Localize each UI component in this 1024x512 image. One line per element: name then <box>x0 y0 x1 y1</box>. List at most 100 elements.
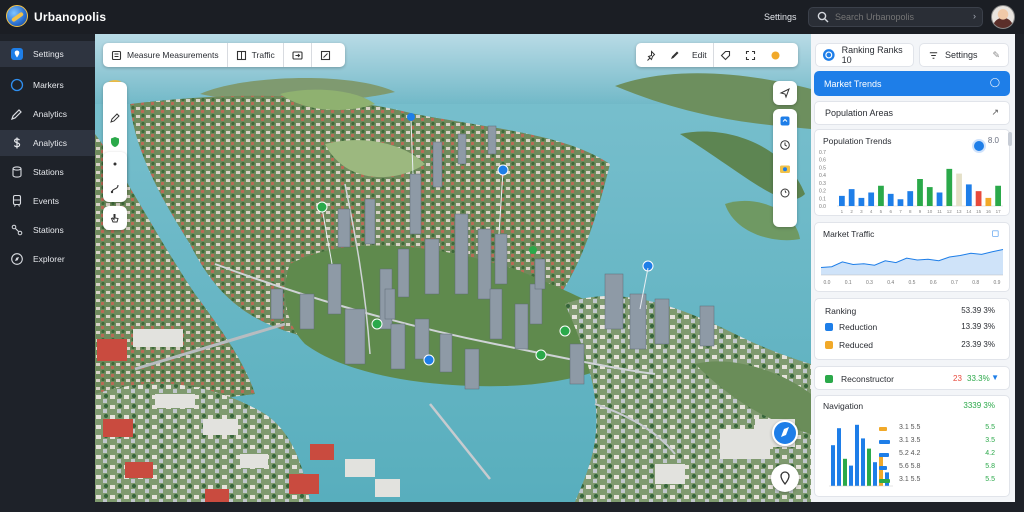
navigation-row-value: 5.8 <box>985 463 995 470</box>
locate-button[interactable] <box>771 464 799 492</box>
layer-tool-button[interactable] <box>773 109 797 133</box>
direction-tool-button[interactable] <box>773 81 797 105</box>
pen-tool-icon[interactable] <box>669 50 680 61</box>
bar <box>867 448 871 486</box>
swap-tool-button[interactable] <box>284 43 312 67</box>
route-tool-button[interactable] <box>103 176 127 200</box>
x-tick-label: 9 <box>919 209 922 214</box>
ranking-swatch <box>825 341 833 349</box>
locate-icon <box>780 471 790 486</box>
pen-tool-button[interactable] <box>103 106 127 130</box>
reconstructor-label: Reconstructor <box>841 374 894 384</box>
map-view[interactable]: Measure Measurements Traffic Edit <box>95 34 811 502</box>
sidebar-item-markers[interactable]: Markers <box>0 72 95 98</box>
sidebar-item-analytics[interactable]: Analytics <box>0 101 95 127</box>
navigation-row-label: 3.1 3.5 <box>899 437 921 444</box>
top-settings-link[interactable]: Settings <box>764 12 797 22</box>
bar <box>985 197 992 206</box>
export-tool-button[interactable] <box>312 43 339 67</box>
fullscreen-icon[interactable] <box>745 50 756 61</box>
navigation-row-value: 4.2 <box>985 450 995 457</box>
bar <box>849 465 853 486</box>
sidebar-item-label: Settings <box>33 49 64 59</box>
hand-tool-button[interactable] <box>103 206 127 230</box>
edit-label[interactable]: Edit <box>692 50 707 60</box>
sidebar-item-explorer[interactable]: Explorer <box>0 246 95 272</box>
user-avatar[interactable] <box>991 5 1015 29</box>
gold-dot-icon[interactable] <box>770 50 781 61</box>
x-tick-label: 0.8 <box>972 280 979 286</box>
direction-icon <box>779 87 790 99</box>
traffic-tool-button[interactable]: Traffic <box>228 43 284 67</box>
bar <box>831 445 835 486</box>
app-brand: Urbanopolis <box>34 10 107 24</box>
bar <box>878 185 884 206</box>
ranking-selector[interactable]: Ranking Ranks 10 <box>815 43 914 67</box>
ranking-row[interactable]: Reduced <box>825 339 873 351</box>
dollar-icon <box>13 137 21 149</box>
y-tick-label: 0.3 <box>819 181 826 187</box>
photo-tool-button[interactable] <box>773 157 797 181</box>
sidebar-item-analytics-2[interactable]: Analytics <box>0 130 95 156</box>
filter-icon <box>929 51 938 59</box>
x-tick-label: 15 <box>976 209 982 214</box>
route-icon <box>110 184 119 194</box>
reconstructor-info-icon[interactable]: ▼ <box>991 373 999 382</box>
clock-icon <box>780 140 790 150</box>
bar <box>946 168 953 206</box>
settings-selector[interactable]: Settings ✎ <box>919 43 1009 67</box>
reconstructor-card[interactable]: Reconstructor 23 33.3% ▼ <box>814 366 1010 390</box>
compass-icon <box>11 253 23 265</box>
reconstructor-swatch <box>825 375 833 383</box>
dot-tool-button[interactable] <box>103 152 127 176</box>
sidebar-item-settings[interactable]: Settings <box>0 41 95 67</box>
navigation-card: Navigation 3339 3% 3.1 5.5 5.5 3.1 3.5 3.5 5… <box>814 395 1010 497</box>
bar <box>926 187 933 206</box>
layer-icon <box>780 116 790 126</box>
y-tick-label: 0.4 <box>819 173 826 179</box>
reconstructor-value-green: 33.3% <box>967 374 990 383</box>
clock-tool-button[interactable] <box>773 133 797 157</box>
ranking-row-value: 13.39 3% <box>961 322 995 331</box>
compass-button[interactable] <box>772 420 798 446</box>
bar <box>975 191 982 206</box>
x-tick-label: 0.4 <box>887 280 894 286</box>
search-chevron-icon[interactable]: › <box>973 11 976 21</box>
tag-tool-icon[interactable] <box>720 50 731 61</box>
measure-tool-button[interactable]: Measure Measurements <box>103 43 228 67</box>
market-trends-bar[interactable]: Market Trends ◯ <box>814 71 1010 96</box>
sidebar-item-label: Events <box>33 196 59 206</box>
pin-tool-icon[interactable] <box>646 49 657 61</box>
grid-icon <box>236 50 246 60</box>
edit-settings-icon[interactable]: ✎ <box>992 50 1000 61</box>
bar <box>887 193 894 206</box>
y-tick-label: 0.1 <box>819 196 826 202</box>
x-tick-label: 16 <box>986 209 992 214</box>
sidebar-item-stations-2[interactable]: Stations <box>0 217 95 243</box>
ranking-row[interactable]: Reduction <box>825 321 877 333</box>
emblem-button[interactable] <box>103 82 127 106</box>
x-tick-label: 0.3 <box>866 280 873 286</box>
panel-scrollbar[interactable] <box>1008 132 1012 146</box>
bar <box>907 191 914 206</box>
app-logo-icon <box>6 5 28 27</box>
navigation-row-bar <box>879 466 888 470</box>
bar <box>843 458 847 486</box>
x-tick-label: 0.5 <box>909 280 916 286</box>
sidebar-item-label: Stations <box>33 167 64 177</box>
population-areas-header[interactable]: Population Areas ↗ <box>814 101 1010 125</box>
right-tool-column <box>773 109 797 227</box>
sidebar-item-stations[interactable]: Stations <box>0 159 95 185</box>
ranking-row-value: 23.39 3% <box>961 340 995 349</box>
market-traffic-area-chart: 0.0 0.1 0.3 0.4 0.5 0.6 0.7 0.8 0.9 <box>820 249 1004 286</box>
search-input[interactable] <box>835 10 965 24</box>
shield-check-icon: ◯ <box>989 77 1000 87</box>
search-box[interactable]: › <box>808 7 983 27</box>
ranking-icon <box>822 49 835 61</box>
rotate-tool-button[interactable] <box>773 181 797 205</box>
shield-tool-button[interactable] <box>103 130 127 154</box>
map-edit-toolbar: Edit <box>636 43 798 67</box>
sidebar-item-events[interactable]: Events <box>0 188 95 214</box>
x-tick-label: 0.6 <box>930 280 937 286</box>
bar <box>861 438 865 486</box>
